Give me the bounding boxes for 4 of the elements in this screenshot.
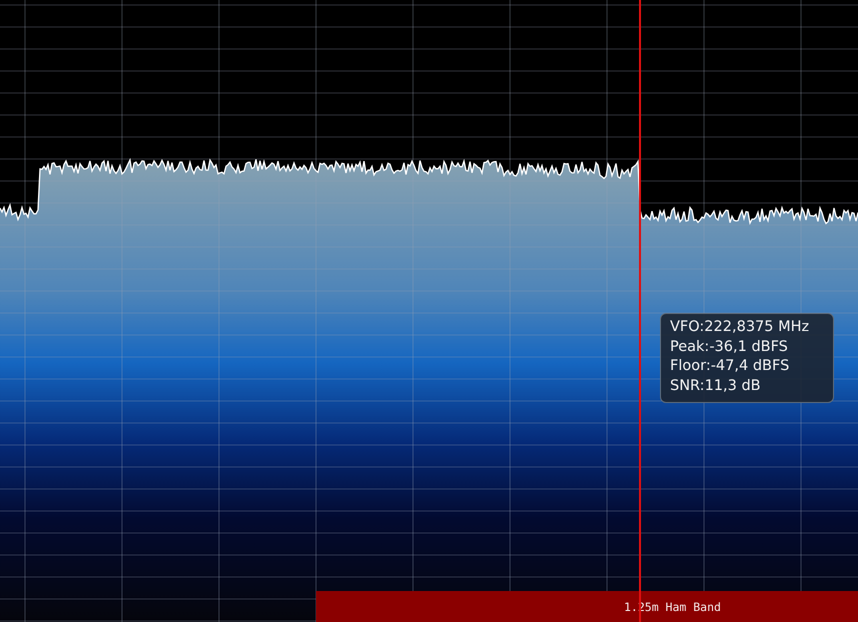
- tooltip-line: Floor:-47,4 dBFS: [670, 357, 790, 376]
- tooltip-line: Peak:-36,1 dBFS: [670, 338, 789, 356]
- tooltip-line: SNR:11,3 dB: [670, 376, 762, 396]
- tooltip-line: VFO:222,8375 MHz: [670, 318, 810, 337]
